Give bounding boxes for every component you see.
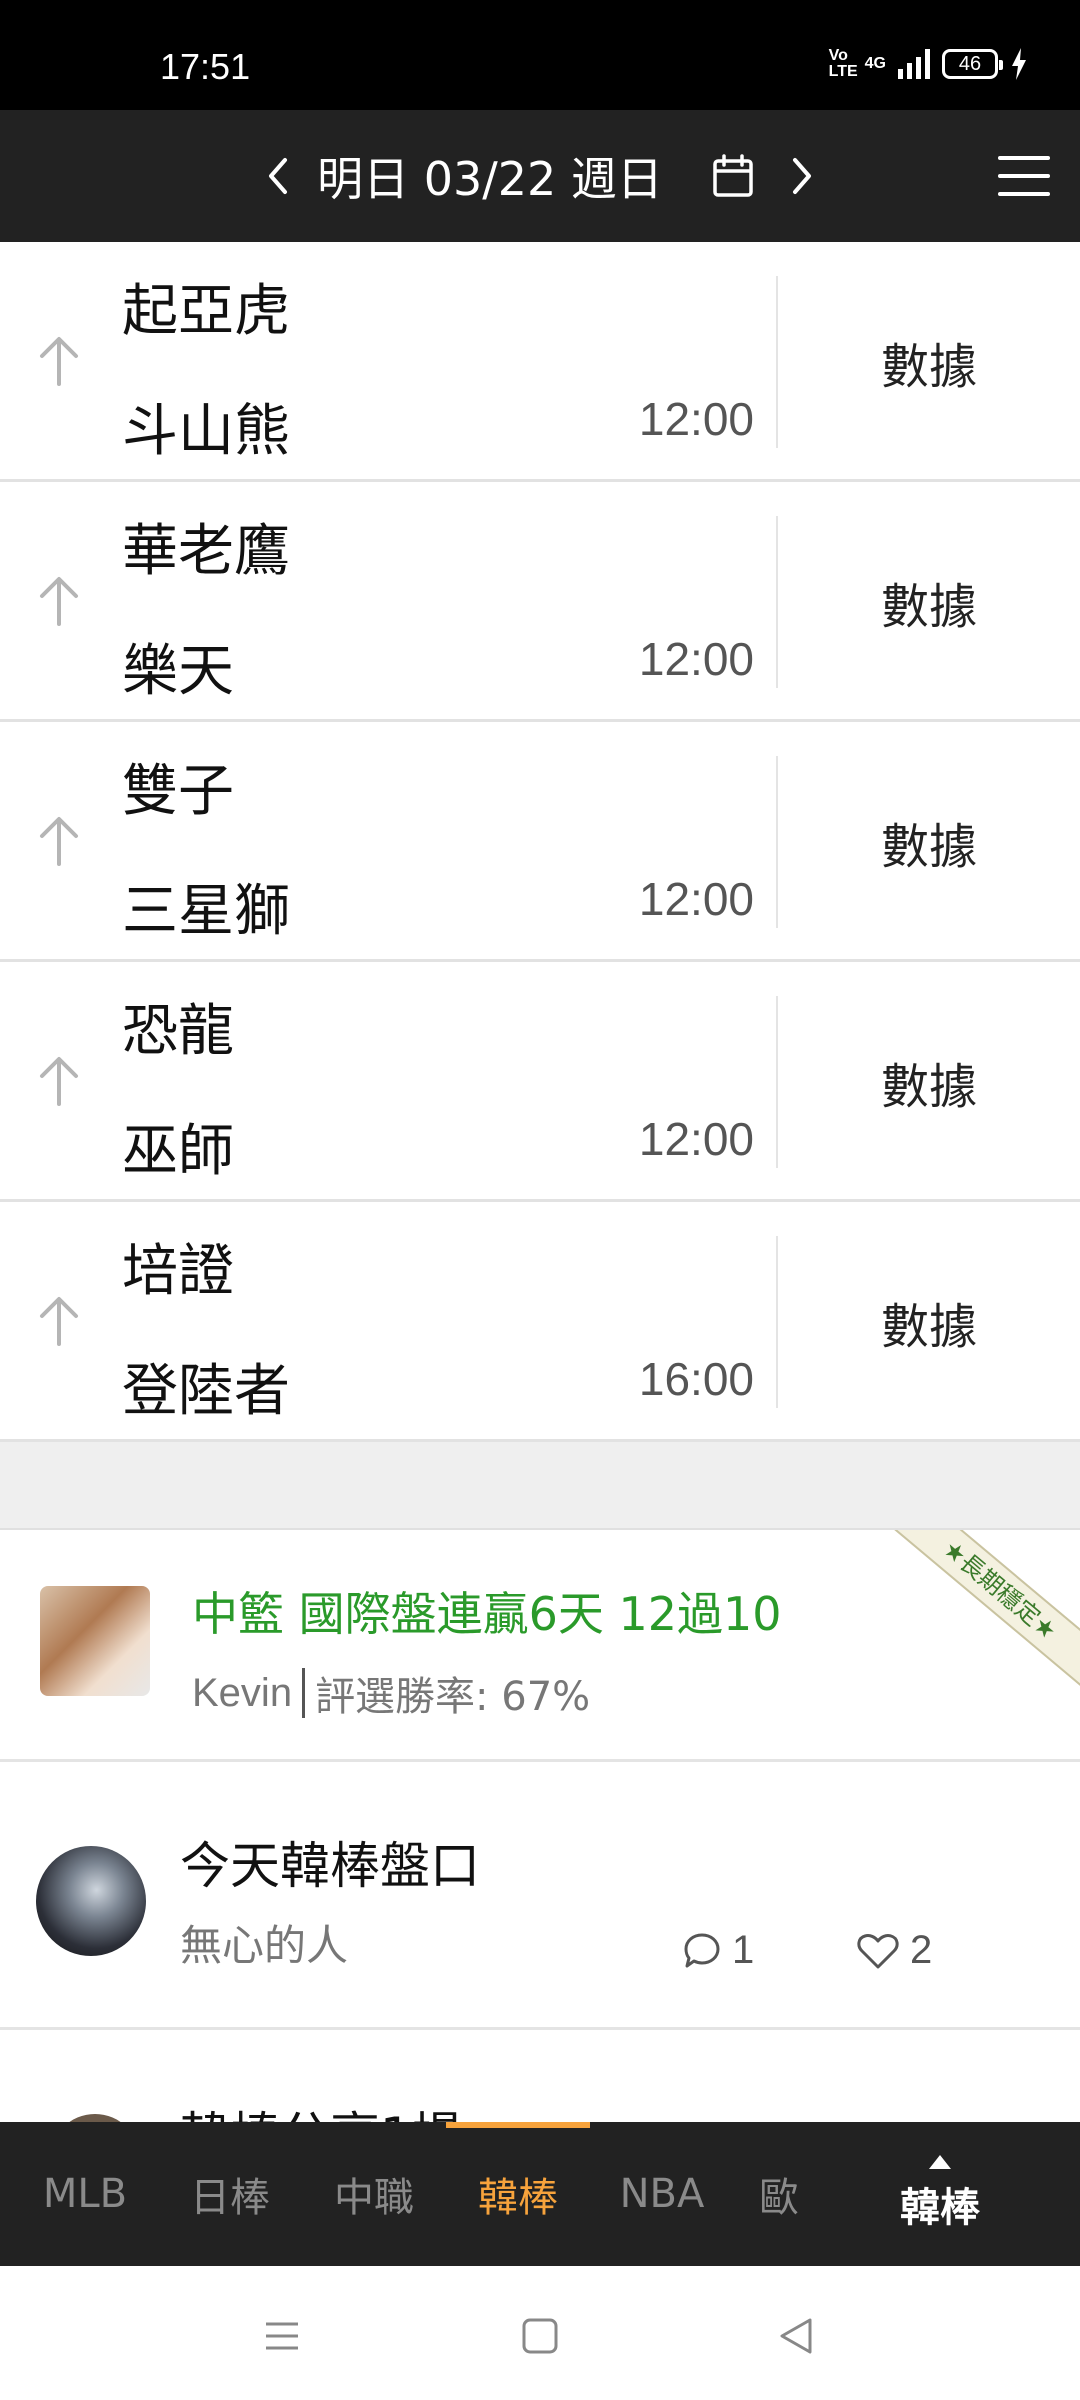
home-team: 恐龍 — [122, 999, 234, 1064]
divider — [302, 1668, 306, 1718]
game-row[interactable]: 培證 登陸者 16:00 數據 — [0, 1202, 1080, 1442]
home-team: 起亞虎 — [122, 279, 290, 344]
stats-button[interactable]: 數據 — [778, 482, 1080, 722]
section-separator — [0, 1442, 1080, 1530]
chevron-right-icon[interactable] — [783, 146, 823, 206]
comment-count-value: 1 — [732, 1928, 755, 1972]
featured-post-meta: Kevin 評選勝率: 67% — [192, 1664, 590, 1722]
featured-ribbon-badge: ★長期穩定★ — [870, 1530, 1080, 1704]
home-team: 華老鷹 — [122, 519, 290, 584]
like-count-value: 2 — [910, 1928, 933, 1972]
featured-post-title[interactable]: 中籃 國際盤連贏6天 12過10 — [192, 1578, 782, 1644]
game-time: 12:00 — [638, 873, 754, 925]
chevron-left-icon[interactable] — [257, 146, 297, 206]
home-team: 培證 — [122, 1239, 234, 1304]
tab-nba[interactable]: NBA — [604, 2122, 720, 2266]
win-rate: 評選勝率: 67% — [315, 1674, 591, 1720]
stats-button[interactable]: 數據 — [778, 962, 1080, 1202]
away-team: 斗山熊 — [122, 399, 290, 464]
caret-up-icon — [929, 2155, 951, 2169]
comment-count[interactable]: 1 — [682, 1928, 754, 1973]
game-row[interactable]: 恐龍 巫師 12:00 數據 — [0, 962, 1080, 1202]
tab-euro[interactable]: 歐 — [744, 2122, 814, 2266]
avatar[interactable] — [36, 1846, 146, 1956]
stats-button[interactable]: 數據 — [778, 722, 1080, 962]
game-time: 12:00 — [638, 1113, 754, 1165]
charging-icon — [1012, 48, 1026, 80]
network-type: 4G — [864, 55, 886, 72]
avatar[interactable] — [40, 1586, 150, 1696]
arrow-up-icon[interactable] — [36, 574, 82, 628]
system-navigation-bar — [0, 2266, 1080, 2400]
game-time: 12:00 — [638, 633, 754, 685]
post-author: 無心的人 — [180, 1921, 349, 1970]
current-league-label: 韓棒 — [900, 2185, 980, 2231]
comment-icon — [684, 1933, 720, 1967]
league-selector[interactable]: 韓棒 — [880, 2122, 1000, 2266]
stats-button[interactable]: 數據 — [778, 1202, 1080, 1442]
status-time: 17:51 — [160, 46, 251, 87]
away-team: 三星獅 — [122, 879, 290, 944]
top-bar: 明日 03/22 週日 — [0, 110, 1080, 242]
tab-cpbl[interactable]: 中職 — [314, 2122, 434, 2266]
game-time: 16:00 — [638, 1353, 754, 1405]
tab-kbo[interactable]: 韓棒 — [456, 2122, 580, 2266]
date-navigator: 明日 03/22 週日 — [0, 110, 1080, 242]
home-icon[interactable] — [510, 2306, 570, 2366]
date-label[interactable]: 明日 03/22 週日 — [317, 143, 663, 209]
tab-npb[interactable]: 日棒 — [170, 2122, 290, 2266]
arrow-up-icon[interactable] — [36, 1054, 82, 1108]
game-row[interactable]: 雙子 三星獅 12:00 數據 — [0, 722, 1080, 962]
avatar[interactable] — [50, 2114, 140, 2122]
calendar-icon[interactable] — [703, 146, 763, 206]
menu-icon[interactable] — [998, 156, 1050, 196]
featured-post[interactable]: 中籃 國際盤連贏6天 12過10 Kevin 評選勝率: 67% ★長期穩定★ — [0, 1530, 1080, 1762]
game-row[interactable]: 華老鷹 樂天 12:00 數據 — [0, 482, 1080, 722]
heart-icon — [857, 1933, 899, 1968]
away-team: 登陸者 — [122, 1359, 290, 1424]
like-count[interactable]: 2 — [856, 1928, 932, 1973]
recent-apps-icon[interactable] — [252, 2306, 312, 2366]
post-title[interactable]: 韓棒分享1場 — [180, 2096, 462, 2122]
league-tab-bar: MLB 日棒 中職 韓棒 NBA 歐 韓棒 — [0, 2122, 1080, 2266]
battery-icon: 46 — [942, 49, 1003, 79]
away-team: 樂天 — [122, 639, 234, 704]
away-team: 巫師 — [122, 1119, 234, 1184]
game-list: 起亞虎 斗山熊 12:00 數據 華老鷹 樂天 12:00 數據 雙子 三星獅 … — [0, 242, 1080, 1442]
status-bar: 17:51 Vo LTE 4G 46 — [0, 0, 1080, 110]
author-name: Kevin — [192, 1670, 293, 1715]
arrow-up-icon[interactable] — [36, 814, 82, 868]
post-title[interactable]: 今天韓棒盤口 — [180, 1826, 480, 1898]
arrow-up-icon[interactable] — [36, 334, 82, 388]
stats-button[interactable]: 數據 — [778, 242, 1080, 482]
home-team: 雙子 — [122, 759, 234, 824]
status-icons: Vo LTE 4G 46 — [829, 48, 1028, 80]
game-row[interactable]: 起亞虎 斗山熊 12:00 數據 — [0, 242, 1080, 482]
list-item[interactable]: 今天韓棒盤口 無心的人 1 2 — [0, 1762, 1080, 2030]
arrow-up-icon[interactable] — [36, 1294, 82, 1348]
list-item[interactable]: 韓棒分享1場 — [0, 2030, 1080, 2122]
volte-icon: Vo LTE — [828, 47, 858, 80]
signal-icon — [898, 49, 930, 79]
game-time: 12:00 — [638, 393, 754, 445]
back-icon[interactable] — [766, 2306, 826, 2366]
tab-mlb[interactable]: MLB — [20, 2122, 150, 2266]
